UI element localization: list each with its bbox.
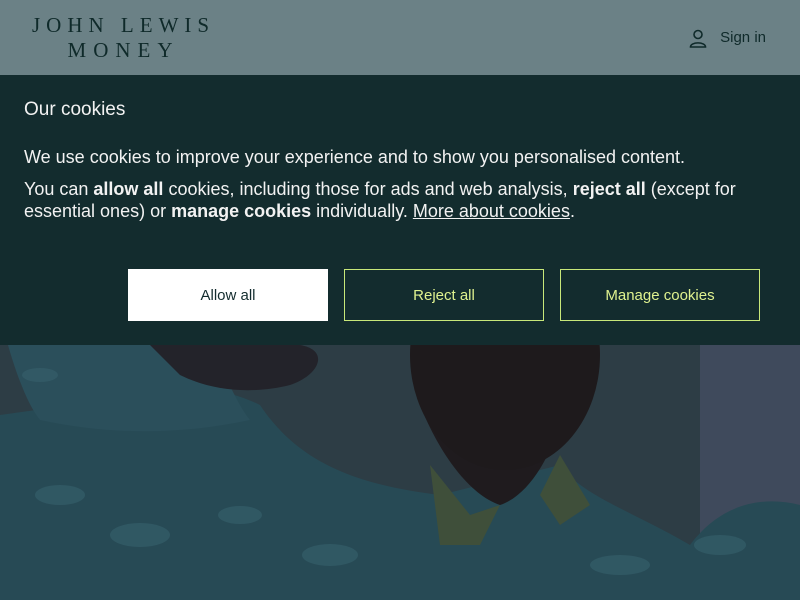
logo-line-2: MONEY: [67, 37, 180, 62]
logo-line-1: JOHN LEWIS: [32, 12, 216, 37]
cookie-body-part-1: You can: [24, 179, 94, 199]
manage-cookies-button[interactable]: Manage cookies: [560, 269, 760, 321]
reject-all-button[interactable]: Reject all: [344, 269, 544, 321]
cookie-body-end: .: [569, 201, 575, 221]
cookie-body-bold-1: allow all: [93, 179, 164, 199]
allow-all-button[interactable]: Allow all: [128, 269, 328, 321]
cookie-body-text: You can allow all cookies, including tho…: [24, 178, 776, 222]
cookie-body-part-4: individually.: [311, 201, 413, 221]
site-header: JOHN LEWIS MONEY Sign in: [0, 0, 800, 75]
cookie-banner: Our cookies We use cookies to improve yo…: [0, 75, 800, 345]
cookie-button-row: Allow all Reject all Manage cookies: [128, 269, 760, 321]
logo[interactable]: JOHN LEWIS MONEY: [32, 12, 216, 62]
cookie-intro-text: We use cookies to improve your experienc…: [24, 147, 686, 167]
sign-in-label: Sign in: [720, 29, 766, 46]
more-about-cookies-link[interactable]: More about cookies: [413, 201, 570, 221]
sign-in-link[interactable]: Sign in: [688, 28, 766, 48]
user-icon: [689, 29, 707, 48]
cookie-body-part-2: cookies, including those for ads and web…: [163, 179, 573, 199]
cookie-banner-title: Our cookies: [24, 99, 126, 120]
cookie-body-bold-2: reject all: [572, 179, 646, 199]
cookie-body-bold-3: manage cookies: [171, 201, 312, 221]
